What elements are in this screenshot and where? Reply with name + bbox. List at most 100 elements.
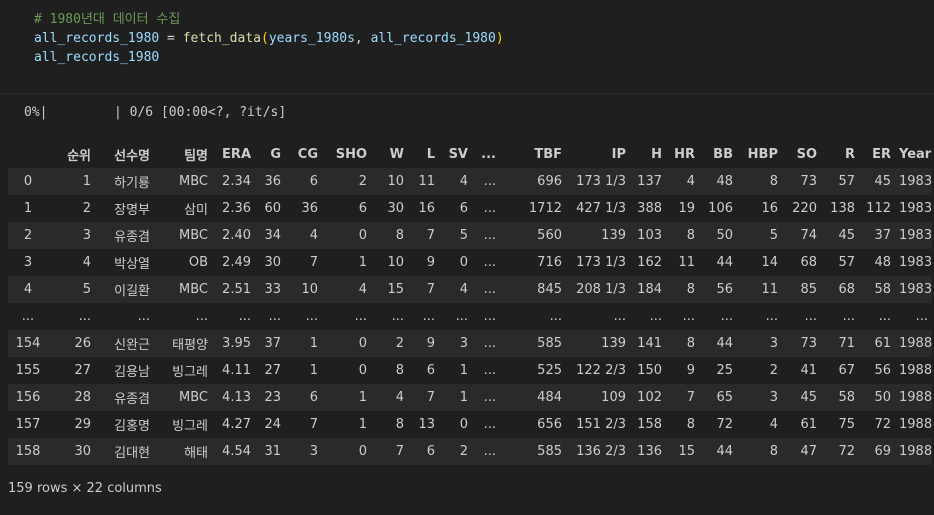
table-cell: 1 (322, 411, 371, 438)
table-cell: 68 (821, 276, 859, 303)
table-cell: 박상열 (95, 249, 154, 276)
table-body: 0 1 하기룡 MBC 2.34 36 6 2 10 11 4... 696 173 1/3 137 4 48… (8, 168, 932, 465)
table-cell: ... (472, 195, 500, 222)
table-cell: 4 (666, 168, 699, 195)
column-header: ... (472, 141, 500, 168)
row-index-cell: 2 (8, 222, 48, 249)
table-cell: 138 (821, 195, 859, 222)
table-cell: ... (212, 303, 255, 330)
table-cell: 27 (48, 357, 95, 384)
table-cell: 4 (285, 222, 322, 249)
table-cell: 845 (500, 276, 566, 303)
column-header: H (630, 141, 666, 168)
table-cell: 72 (699, 411, 737, 438)
table-cell: 1983 (895, 276, 932, 303)
row-index-cell: 0 (8, 168, 48, 195)
table-row: 0 1 하기룡 MBC 2.34 36 6 2 10 11 4... 696 173 1/3 137 4 48… (8, 168, 932, 195)
table-cell: 2 (439, 438, 472, 465)
table-cell: 7 (285, 249, 322, 276)
table-cell: 136 2/3 (566, 438, 630, 465)
row-index-cell: 155 (8, 357, 48, 384)
table-cell: 13 (408, 411, 439, 438)
table-cell: 유종겸 (95, 384, 154, 411)
table-row: 1 2 장명부 삼미 2.36 60 36 6 30 16 6... 1712 427 1/3 388 19… (8, 195, 932, 222)
table-cell: 1 (285, 330, 322, 357)
table-cell: 11 (408, 168, 439, 195)
table-cell: 7 (285, 411, 322, 438)
table-cell: 빙그레 (154, 357, 212, 384)
table-cell: 103 (630, 222, 666, 249)
table-cell: 484 (500, 384, 566, 411)
table-cell: 656 (500, 411, 566, 438)
progress-bar: 0%| | 0/6 [00:00<?, ?it/s] (24, 104, 286, 122)
table-cell: 220 (782, 195, 821, 222)
code-arg-records: all_records_1980 (370, 31, 496, 46)
table-cell: ... (472, 384, 500, 411)
table-cell: 6 (439, 195, 472, 222)
table-cell: 67 (821, 357, 859, 384)
table-cell: 139 (566, 222, 630, 249)
table-cell: ... (895, 303, 932, 330)
table-cell: ... (472, 168, 500, 195)
table-cell: 이길환 (95, 276, 154, 303)
table-cell: MBC (154, 168, 212, 195)
table-cell: 141 (630, 330, 666, 357)
table-cell: 122 2/3 (566, 357, 630, 384)
column-header: HR (666, 141, 699, 168)
table-cell: 태평양 (154, 330, 212, 357)
column-header: TBF (500, 141, 566, 168)
table-cell: 8 (666, 276, 699, 303)
column-header: 순위 (48, 141, 95, 168)
table-cell: 31 (255, 438, 285, 465)
column-header: R (821, 141, 859, 168)
table-cell: 7 (408, 276, 439, 303)
table-cell: ... (48, 303, 95, 330)
table-cell: 139 (566, 330, 630, 357)
table-cell: 8 (371, 357, 408, 384)
table-cell: 8 (666, 330, 699, 357)
table-cell: 30 (48, 438, 95, 465)
row-index-cell: 158 (8, 438, 48, 465)
table-cell: 109 (566, 384, 630, 411)
table-cell: 5 (737, 222, 782, 249)
table-cell: 4 (48, 249, 95, 276)
column-header: W (371, 141, 408, 168)
code-assign-op: = (159, 31, 183, 46)
table-cell: 4.27 (212, 411, 255, 438)
row-index-cell: 154 (8, 330, 48, 357)
table-cell: 8 (371, 411, 408, 438)
table-cell: 1 (439, 384, 472, 411)
column-header: 팀명 (154, 141, 212, 168)
table-cell: 85 (782, 276, 821, 303)
table-cell: 68 (782, 249, 821, 276)
table-cell: 75 (821, 411, 859, 438)
table-cell: 8 (666, 411, 699, 438)
table-cell: 1983 (895, 222, 932, 249)
table-cell: 696 (500, 168, 566, 195)
table-cell: 1 (48, 168, 95, 195)
table-cell: 2 (322, 168, 371, 195)
table-cell: 9 (666, 357, 699, 384)
table-cell: 57 (821, 249, 859, 276)
table-cell: 4 (371, 384, 408, 411)
table-cell: 45 (821, 222, 859, 249)
table-cell: 25 (699, 357, 737, 384)
table-cell: MBC (154, 222, 212, 249)
table-cell: ... (472, 411, 500, 438)
table-cell: 69 (859, 438, 895, 465)
table-cell: 4.54 (212, 438, 255, 465)
column-header: 선수명 (95, 141, 154, 168)
table-cell: 47 (782, 438, 821, 465)
table-cell: ... (566, 303, 630, 330)
table-cell: 36 (255, 168, 285, 195)
table-cell: 0 (439, 411, 472, 438)
code-function-name: fetch_data (182, 31, 261, 46)
table-cell: 6 (408, 438, 439, 465)
row-index-cell: 1 (8, 195, 48, 222)
code-comment-line: # 1980년대 데이터 수집 (34, 12, 181, 27)
code-cell[interactable]: # 1980년대 데이터 수집 all_records_1980 = fetch… (0, 0, 934, 94)
table-cell: 10 (371, 168, 408, 195)
table-cell: 5 (48, 276, 95, 303)
code-arg-years: years_1980s (268, 31, 355, 46)
column-header: CG (285, 141, 322, 168)
